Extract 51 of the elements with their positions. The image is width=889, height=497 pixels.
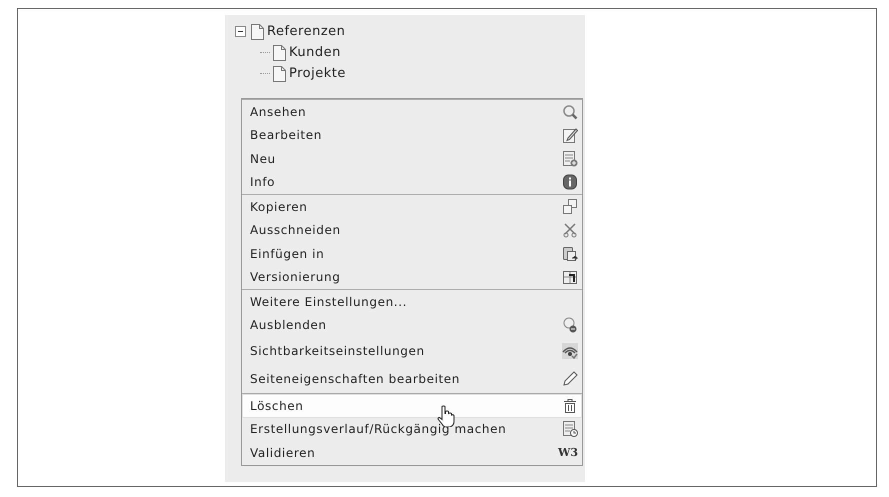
page-icon <box>251 24 264 40</box>
copy-icon <box>562 198 578 215</box>
menu-label: Validieren <box>250 446 316 460</box>
tree-item[interactable]: Referenzen <box>267 24 346 39</box>
menu-label: Löschen <box>250 398 304 413</box>
menu-item[interactable]: Löschen <box>242 394 582 418</box>
menu-label: Einfügen in <box>250 246 324 261</box>
eye-check-icon <box>562 343 578 359</box>
menu-label: Ausblenden <box>250 318 327 332</box>
menu-item[interactable]: Erstellungsverlauf/Rückgängig machen <box>242 418 582 441</box>
page-clock-icon <box>562 421 578 438</box>
page-arrow-icon <box>562 269 578 286</box>
pencil-icon <box>562 371 578 387</box>
page-icon <box>273 66 286 82</box>
menu-item[interactable]: Sichtbarkeitseinstellungen <box>242 337 582 365</box>
menu-item[interactable]: Ausblenden <box>242 314 582 337</box>
bubble-minus-icon <box>562 317 578 334</box>
menu-label: Kopieren <box>250 200 308 214</box>
menu-item[interactable]: Neu <box>242 147 582 170</box>
menu-item[interactable]: Validieren W3 <box>242 441 582 464</box>
menu-label: Ansehen <box>250 104 306 119</box>
menu-item[interactable]: Ausschneiden <box>242 218 582 242</box>
menu-item[interactable]: Weitere Einstellungen... <box>242 290 582 314</box>
menu-item[interactable]: Seiteneigenschaften bearbeiten <box>242 365 582 393</box>
collapse-toggle[interactable] <box>235 26 246 37</box>
page-plus-icon <box>562 150 578 167</box>
paste-icon <box>562 246 578 262</box>
menu-label: Sichtbarkeitseinstellungen <box>250 344 425 358</box>
menu-item[interactable]: Kopieren <box>242 195 582 218</box>
tree-item[interactable]: Projekte <box>289 66 346 81</box>
search-icon <box>562 104 578 120</box>
menu-item[interactable]: Info <box>242 170 582 194</box>
menu-label: Weitere Einstellungen... <box>250 294 408 309</box>
tree-item[interactable]: Kunden <box>289 45 341 60</box>
info-icon <box>562 174 578 190</box>
menu-label: Info <box>250 175 276 190</box>
scissors-icon <box>562 222 578 238</box>
trash-icon <box>562 398 578 414</box>
menu-label: Ausschneiden <box>250 223 341 238</box>
menu-item[interactable]: Bearbeiten <box>242 124 582 147</box>
menu-label: Versionierung <box>250 270 340 284</box>
menu-label: Erstellungsverlauf/Rückgängig machen <box>250 422 506 436</box>
menu-label: Bearbeiten <box>250 128 322 142</box>
menu-label: Neu <box>250 152 276 166</box>
page-pencil-icon <box>562 127 578 144</box>
page-icon <box>273 44 286 60</box>
menu-item[interactable]: Ansehen <box>242 100 582 124</box>
menu-label: Seiteneigenschaften bearbeiten <box>250 372 460 386</box>
menu-item[interactable]: Einfügen in <box>242 242 582 266</box>
w3-label: W3 <box>558 446 578 460</box>
menu-item[interactable]: Versionierung <box>242 266 582 289</box>
